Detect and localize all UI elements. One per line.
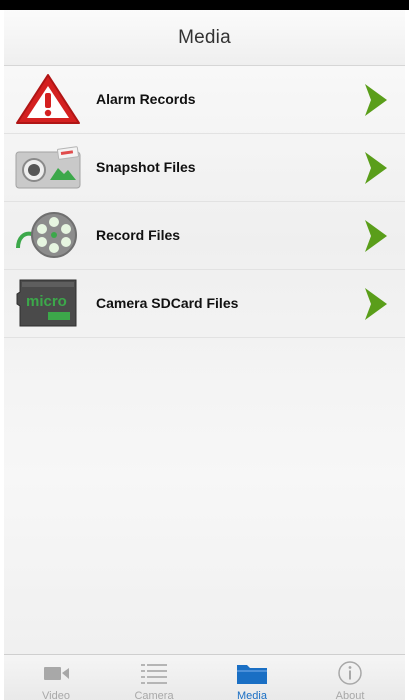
list-icon <box>136 660 172 686</box>
media-screen: Media Alarm Records Snapshot Files Recor… <box>0 0 409 700</box>
tab-label: About <box>335 690 365 700</box>
tab-media[interactable]: Media <box>204 655 300 700</box>
alarm-warning-icon <box>14 72 82 126</box>
media-item-snapshot-files[interactable]: Snapshot Files <box>4 134 405 202</box>
chevron-right-icon <box>361 286 391 322</box>
tab-video[interactable]: Video <box>8 655 104 700</box>
micro-sd-card-icon: micro <box>14 276 82 330</box>
folder-icon <box>234 660 270 686</box>
media-item-record-files[interactable]: Record Files <box>4 202 405 270</box>
tab-camera[interactable]: Camera <box>106 655 202 700</box>
status-bar <box>0 0 409 10</box>
snapshot-camera-icon <box>14 140 82 194</box>
media-item-camera-sdcard-files[interactable]: micro Camera SDCard Files <box>4 270 405 338</box>
media-item-label: Snapshot Files <box>96 159 196 175</box>
bottom-tab-bar: Video Camera Media About <box>4 654 405 700</box>
film-reel-icon <box>14 208 82 262</box>
media-item-alarm-records[interactable]: Alarm Records <box>4 66 405 134</box>
chevron-right-icon <box>361 150 391 186</box>
info-icon <box>332 660 368 686</box>
svg-text:micro: micro <box>26 293 67 310</box>
header-bar: Media <box>4 10 405 66</box>
tab-label: Video <box>42 690 70 700</box>
chevron-right-icon <box>361 218 391 254</box>
media-item-label: Record Files <box>96 227 181 243</box>
video-camera-icon <box>38 660 74 686</box>
media-content: Alarm Records Snapshot Files Record File… <box>4 66 405 654</box>
media-item-label: Alarm Records <box>96 91 196 107</box>
page-title: Media <box>178 26 231 48</box>
tab-label: Media <box>237 690 267 700</box>
tab-about[interactable]: About <box>302 655 398 700</box>
tab-label: Camera <box>134 690 174 700</box>
media-list: Alarm Records Snapshot Files Record File… <box>4 66 405 338</box>
media-item-label: Camera SDCard Files <box>96 295 239 311</box>
chevron-right-icon <box>361 82 391 118</box>
